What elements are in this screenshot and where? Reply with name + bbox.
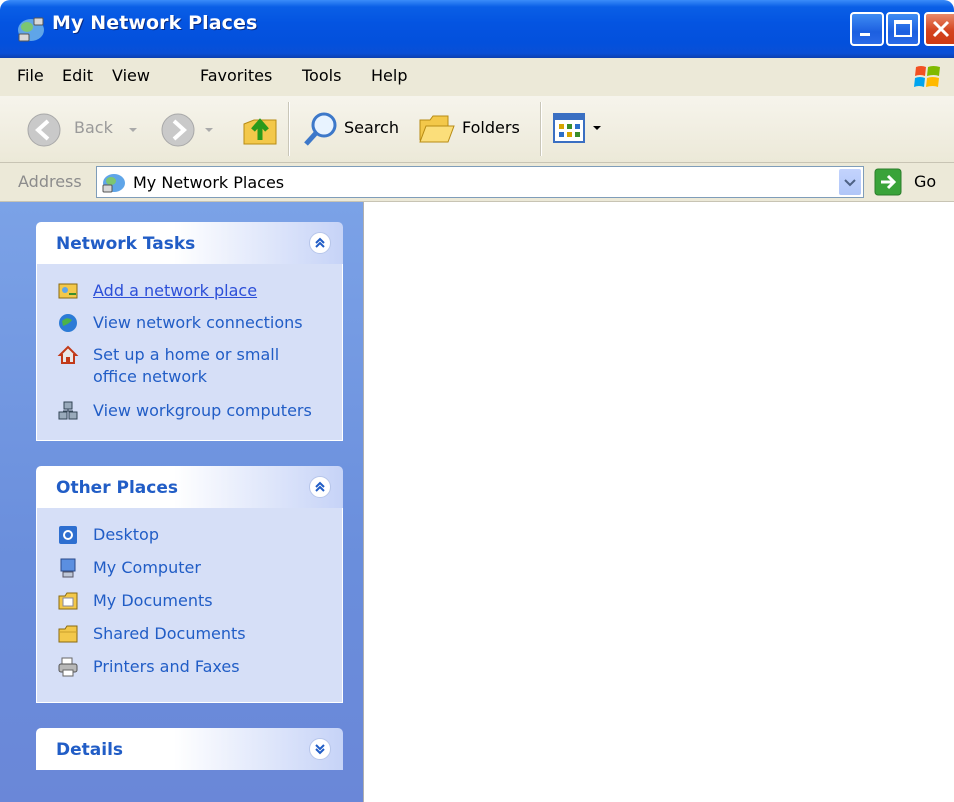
details-title: Details: [56, 740, 124, 760]
chevron-down-icon: [844, 179, 856, 187]
maximize-icon: [894, 20, 912, 37]
chevron-up-double-icon: [315, 237, 325, 248]
my-documents-link[interactable]: My Documents: [57, 590, 213, 612]
menu-tools[interactable]: Tools: [302, 66, 341, 85]
task-label: Set up a home or small office network: [93, 345, 280, 386]
search-label: Search: [344, 118, 399, 137]
menu-file[interactable]: File: [17, 66, 44, 85]
folders-button[interactable]: Folders: [416, 108, 528, 150]
address-dropdown-button[interactable]: [839, 169, 861, 195]
add-network-place-link[interactable]: Add a network place: [57, 280, 257, 302]
windows-logo-icon: [914, 66, 940, 87]
chevron-down-icon: [593, 126, 601, 130]
expand-button[interactable]: [309, 738, 331, 760]
view-network-connections-link[interactable]: View network connections: [57, 312, 303, 334]
chevron-down-icon: [129, 128, 137, 132]
up-folder-icon[interactable]: [240, 110, 280, 150]
place-label: Printers and Faxes: [93, 657, 240, 676]
back-arrow-icon: [27, 113, 61, 147]
content-area[interactable]: [364, 202, 954, 802]
place-label: Desktop: [93, 525, 159, 544]
network-tasks-body: Add a network place View network connect…: [36, 264, 343, 441]
menu-bar: File Edit View Favorites Tools Help: [0, 58, 954, 97]
chevron-down-icon: [205, 128, 213, 132]
place-label: Shared Documents: [93, 624, 246, 643]
window-title: My Network Places: [52, 12, 258, 34]
views-icon: [553, 113, 585, 143]
add-network-place-icon: [58, 283, 78, 299]
close-button[interactable]: [924, 12, 954, 46]
network-tasks-title: Network Tasks: [56, 234, 196, 254]
network-tasks-panel: Network Tasks Add a network place View n…: [36, 222, 343, 441]
home-network-icon: [57, 345, 79, 364]
printers-and-faxes-link[interactable]: Printers and Faxes: [57, 656, 240, 678]
collapse-button[interactable]: [309, 232, 331, 254]
workgroup-icon: [58, 401, 78, 420]
task-label: Add a network place: [93, 281, 258, 300]
address-bar: Address My Network Places Go: [0, 163, 954, 202]
menu-edit[interactable]: Edit: [62, 66, 93, 85]
views-button[interactable]: [552, 112, 612, 146]
other-places-title: Other Places: [56, 478, 178, 498]
my-computer-link[interactable]: My Computer: [57, 557, 201, 579]
go-label: Go: [914, 172, 937, 191]
chevron-up-double-icon: [315, 481, 325, 492]
go-arrow-icon: [874, 168, 902, 196]
other-places-body: Desktop My Computer My Documents Shared …: [36, 508, 343, 703]
place-label: My Documents: [93, 591, 213, 610]
search-button[interactable]: Search: [300, 108, 406, 150]
search-icon: [304, 112, 337, 146]
network-places-icon: [102, 174, 125, 193]
task-pane: Network Tasks Add a network place View n…: [0, 202, 364, 802]
place-label: My Computer: [93, 558, 201, 577]
details-header[interactable]: Details: [36, 728, 343, 770]
menu-view[interactable]: View: [112, 66, 150, 85]
my-documents-icon: [58, 592, 78, 610]
setup-home-network-link[interactable]: Set up a home or small office network: [57, 344, 287, 388]
network-tasks-header[interactable]: Network Tasks: [36, 222, 343, 264]
shared-documents-link[interactable]: Shared Documents: [57, 623, 246, 645]
desktop-link[interactable]: Desktop: [57, 524, 159, 546]
other-places-header[interactable]: Other Places: [36, 466, 343, 508]
task-label: View network connections: [93, 313, 303, 332]
network-connections-icon: [59, 314, 77, 332]
menu-favorites[interactable]: Favorites: [200, 66, 272, 85]
maximize-button[interactable]: [886, 12, 920, 46]
folders-label: Folders: [462, 118, 520, 137]
view-workgroup-computers-link[interactable]: View workgroup computers: [57, 400, 312, 422]
collapse-button[interactable]: [309, 476, 331, 498]
address-input[interactable]: My Network Places: [96, 166, 864, 198]
minimize-icon: [860, 33, 870, 36]
task-label: View workgroup computers: [93, 401, 312, 420]
title-bar[interactable]: My Network Places: [0, 0, 954, 58]
forward-arrow-icon: [161, 113, 195, 147]
toolbar: Back Search Folders: [0, 96, 954, 163]
chevron-down-double-icon: [315, 744, 325, 755]
minimize-button[interactable]: [850, 12, 884, 46]
back-label: Back: [74, 118, 113, 137]
address-label: Address: [18, 172, 82, 191]
my-computer-icon: [60, 558, 76, 578]
close-icon: [932, 20, 950, 38]
printer-icon: [58, 657, 78, 677]
details-panel: Details: [36, 728, 343, 770]
folder-icon: [58, 625, 78, 643]
folders-icon: [419, 115, 455, 143]
menu-help[interactable]: Help: [371, 66, 407, 85]
desktop-icon: [59, 526, 77, 544]
network-places-icon: [18, 17, 44, 42]
go-button[interactable]: Go: [874, 168, 946, 196]
other-places-panel: Other Places Desktop My Computer My Docu…: [36, 466, 343, 703]
forward-button[interactable]: [160, 110, 220, 150]
back-button[interactable]: Back: [26, 110, 154, 150]
address-value: My Network Places: [133, 173, 285, 192]
